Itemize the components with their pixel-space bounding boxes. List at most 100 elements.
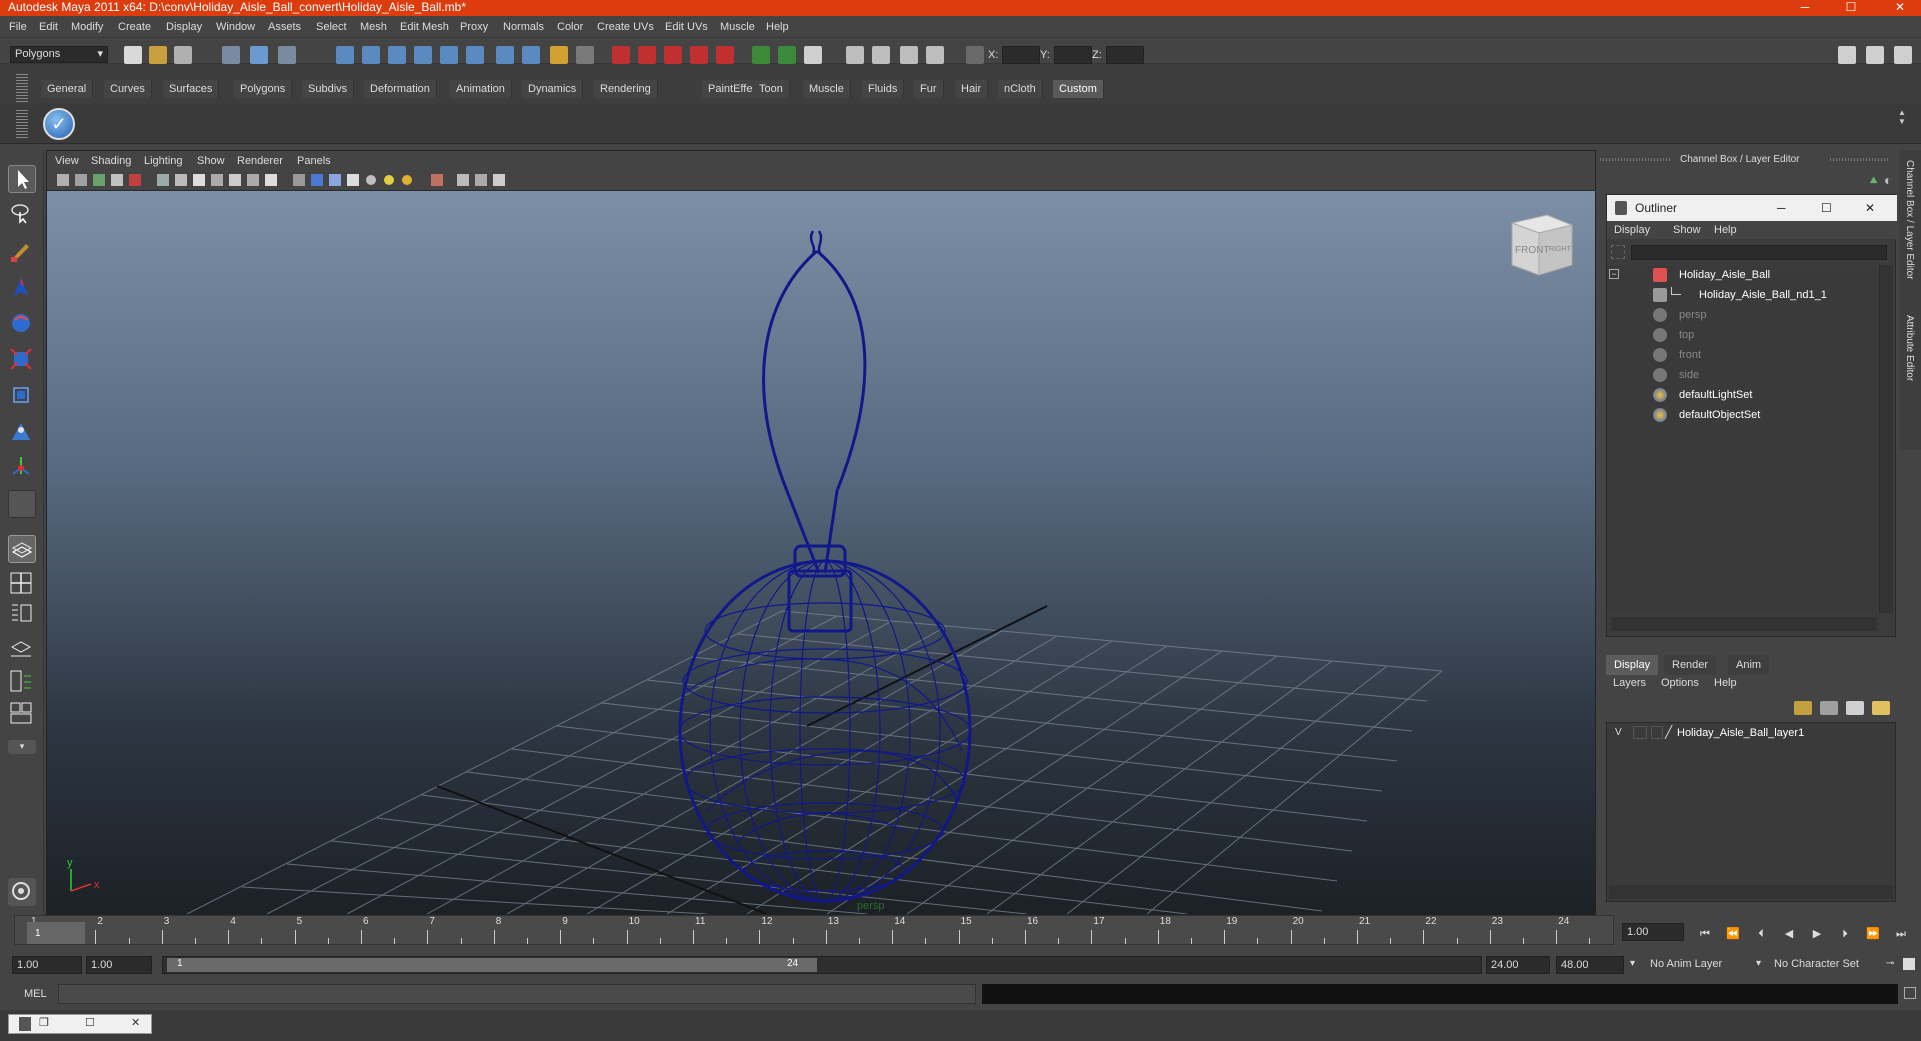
layer-options-icon[interactable] (1846, 701, 1864, 715)
soft-modification-icon[interactable] (8, 418, 36, 446)
new-scene-icon[interactable] (124, 46, 142, 64)
shelf-tab-fur[interactable]: Fur (914, 80, 944, 98)
render-view-icon[interactable] (716, 46, 734, 64)
view-cube[interactable]: FRONT RIGHT (1510, 214, 1574, 276)
safe-title-icon[interactable] (265, 174, 277, 186)
outliner-row[interactable]: defaultLightSet (1607, 385, 1877, 405)
isolate-select-icon[interactable] (431, 174, 443, 186)
new-layer-icon[interactable] (1794, 701, 1812, 715)
shelf-tab-curves[interactable]: Curves (104, 80, 152, 98)
help-icon[interactable] (522, 46, 540, 64)
wireframe-on-shaded-icon[interactable] (329, 174, 341, 186)
command-input[interactable] (58, 984, 976, 1004)
menu-edit-uvs[interactable]: Edit UVs (665, 21, 708, 33)
maximize-button[interactable]: ☐ (85, 1016, 95, 1029)
channel-box-icon[interactable]: ⯅ (1868, 172, 1879, 189)
play-backwards-button[interactable]: ◀ (1778, 925, 1800, 943)
shelf-tab-surfaces[interactable]: Surfaces (163, 80, 220, 98)
wireframe-icon[interactable] (293, 174, 305, 186)
grid-icon[interactable] (157, 174, 169, 186)
layer-name[interactable]: Holiday_Aisle_Ball_layer1 (1677, 727, 1804, 739)
construction-history-icon[interactable] (550, 46, 568, 64)
mel-label[interactable]: MEL (24, 988, 47, 1000)
snap-point-icon[interactable] (496, 46, 514, 64)
character-set-field[interactable]: No Character Set (1770, 956, 1884, 974)
toggle-panel-icon[interactable] (900, 46, 918, 64)
layer-horizontal-scrollbar[interactable] (1609, 885, 1893, 899)
step-forward-key-button[interactable]: ⏵ (1834, 925, 1856, 943)
menu-muscle[interactable]: Muscle (720, 21, 755, 33)
outliner-minimize-button[interactable]: ─ (1777, 195, 1786, 221)
layout-single-icon[interactable] (8, 535, 36, 563)
start-time-field[interactable]: 1.00 (12, 956, 82, 974)
shelf-menu-icon[interactable] (16, 110, 28, 140)
toggle-panel-icon[interactable] (1894, 46, 1912, 64)
outliner-row[interactable]: side (1607, 365, 1877, 385)
layout-four-icon[interactable] (8, 570, 36, 598)
render-settings-icon[interactable] (664, 46, 682, 64)
tab-anim[interactable]: Anim (1728, 655, 1770, 675)
camera-select-icon[interactable] (57, 174, 69, 186)
step-forward-button[interactable]: ⏩ (1862, 925, 1884, 943)
3d-viewport[interactable]: persp y x FRONT RIGHT (47, 191, 1595, 914)
bookmark-icon[interactable] (93, 174, 105, 186)
field-chart-icon[interactable] (229, 174, 241, 186)
shadows-icon[interactable] (402, 175, 412, 185)
lasso-tool-icon[interactable] (8, 200, 36, 228)
camera-attributes-icon[interactable] (75, 174, 87, 186)
mode-selector[interactable]: Polygons ▾ (10, 46, 108, 63)
image-plane-icon[interactable] (111, 174, 123, 186)
layout-icon[interactable] (804, 46, 822, 64)
xray-joints-icon[interactable] (475, 174, 487, 186)
go-to-end-button[interactable]: ⏭ (1890, 925, 1912, 943)
outliner-row[interactable]: front (1607, 345, 1877, 365)
two-d-pan-icon[interactable] (129, 174, 141, 186)
snap-view-icon[interactable] (466, 46, 484, 64)
panel-menu-shading[interactable]: Shading (91, 155, 131, 167)
layer-color-swatch[interactable] (1651, 726, 1663, 739)
show-manipulator-icon[interactable] (8, 454, 36, 482)
shelf-tab-dynamics[interactable]: Dynamics (522, 80, 584, 98)
film-gate-icon[interactable] (175, 174, 187, 186)
hud-icon[interactable] (493, 174, 505, 186)
outliner-menu-help[interactable]: Help (1714, 224, 1737, 236)
layer-menu-help[interactable]: Help (1714, 677, 1737, 689)
chevron-down-icon[interactable]: ▾ (1630, 958, 1635, 969)
outliner-horizontal-scrollbar[interactable] (1611, 617, 1877, 631)
layout-outliner-icon[interactable] (8, 600, 36, 628)
select-hierarchy-icon[interactable] (222, 46, 240, 64)
xray-icon[interactable] (457, 174, 469, 186)
step-back-button[interactable]: ⏪ (1722, 925, 1744, 943)
tab-display[interactable]: Display (1606, 655, 1659, 675)
layout-hypershade-icon[interactable] (8, 668, 36, 696)
end-time-field[interactable]: 48.00 (1556, 956, 1624, 974)
shelf-tab-deformation[interactable]: Deformation (364, 80, 437, 98)
universal-manipulator-icon[interactable] (8, 382, 36, 410)
current-time-field[interactable]: 1.00 (1622, 923, 1684, 941)
layer-menu-layers[interactable]: Layers (1613, 677, 1646, 689)
preferences-icon[interactable] (1903, 958, 1915, 970)
outliner-menu-display[interactable]: Display (1614, 224, 1650, 236)
time-slider[interactable]: 123456789101112131415161718192021222324 … (0, 915, 1921, 949)
y-field[interactable] (1054, 46, 1092, 64)
layer-attributes-icon[interactable] (1872, 701, 1890, 715)
layer-menu-options[interactable]: Options (1661, 677, 1699, 689)
panel-menu-renderer[interactable]: Renderer (237, 155, 283, 167)
playback-end-field[interactable]: 24.00 (1486, 956, 1550, 974)
outliner-row[interactable]: top (1607, 325, 1877, 345)
toggle-grid-icon[interactable] (752, 46, 770, 64)
smooth-shade-icon[interactable] (311, 174, 323, 186)
safe-action-icon[interactable] (247, 174, 259, 186)
scale-tool-icon[interactable] (8, 346, 36, 374)
outliner-maximize-button[interactable]: ☐ (1821, 195, 1832, 221)
menu-edit[interactable]: Edit (39, 21, 58, 33)
range-track[interactable]: 1 24 (162, 956, 1482, 974)
shelf-tab-custom[interactable]: Custom (1053, 80, 1104, 98)
menu-mesh[interactable]: Mesh (360, 21, 387, 33)
shelf-tab-hair[interactable]: Hair (955, 80, 989, 98)
all-lights-icon[interactable] (384, 175, 394, 185)
anim-layer-field[interactable]: No Anim Layer (1646, 956, 1756, 974)
menu-file[interactable]: File (9, 21, 27, 33)
select-component-icon[interactable] (278, 46, 296, 64)
toggle-panel-icon[interactable] (1838, 46, 1856, 64)
